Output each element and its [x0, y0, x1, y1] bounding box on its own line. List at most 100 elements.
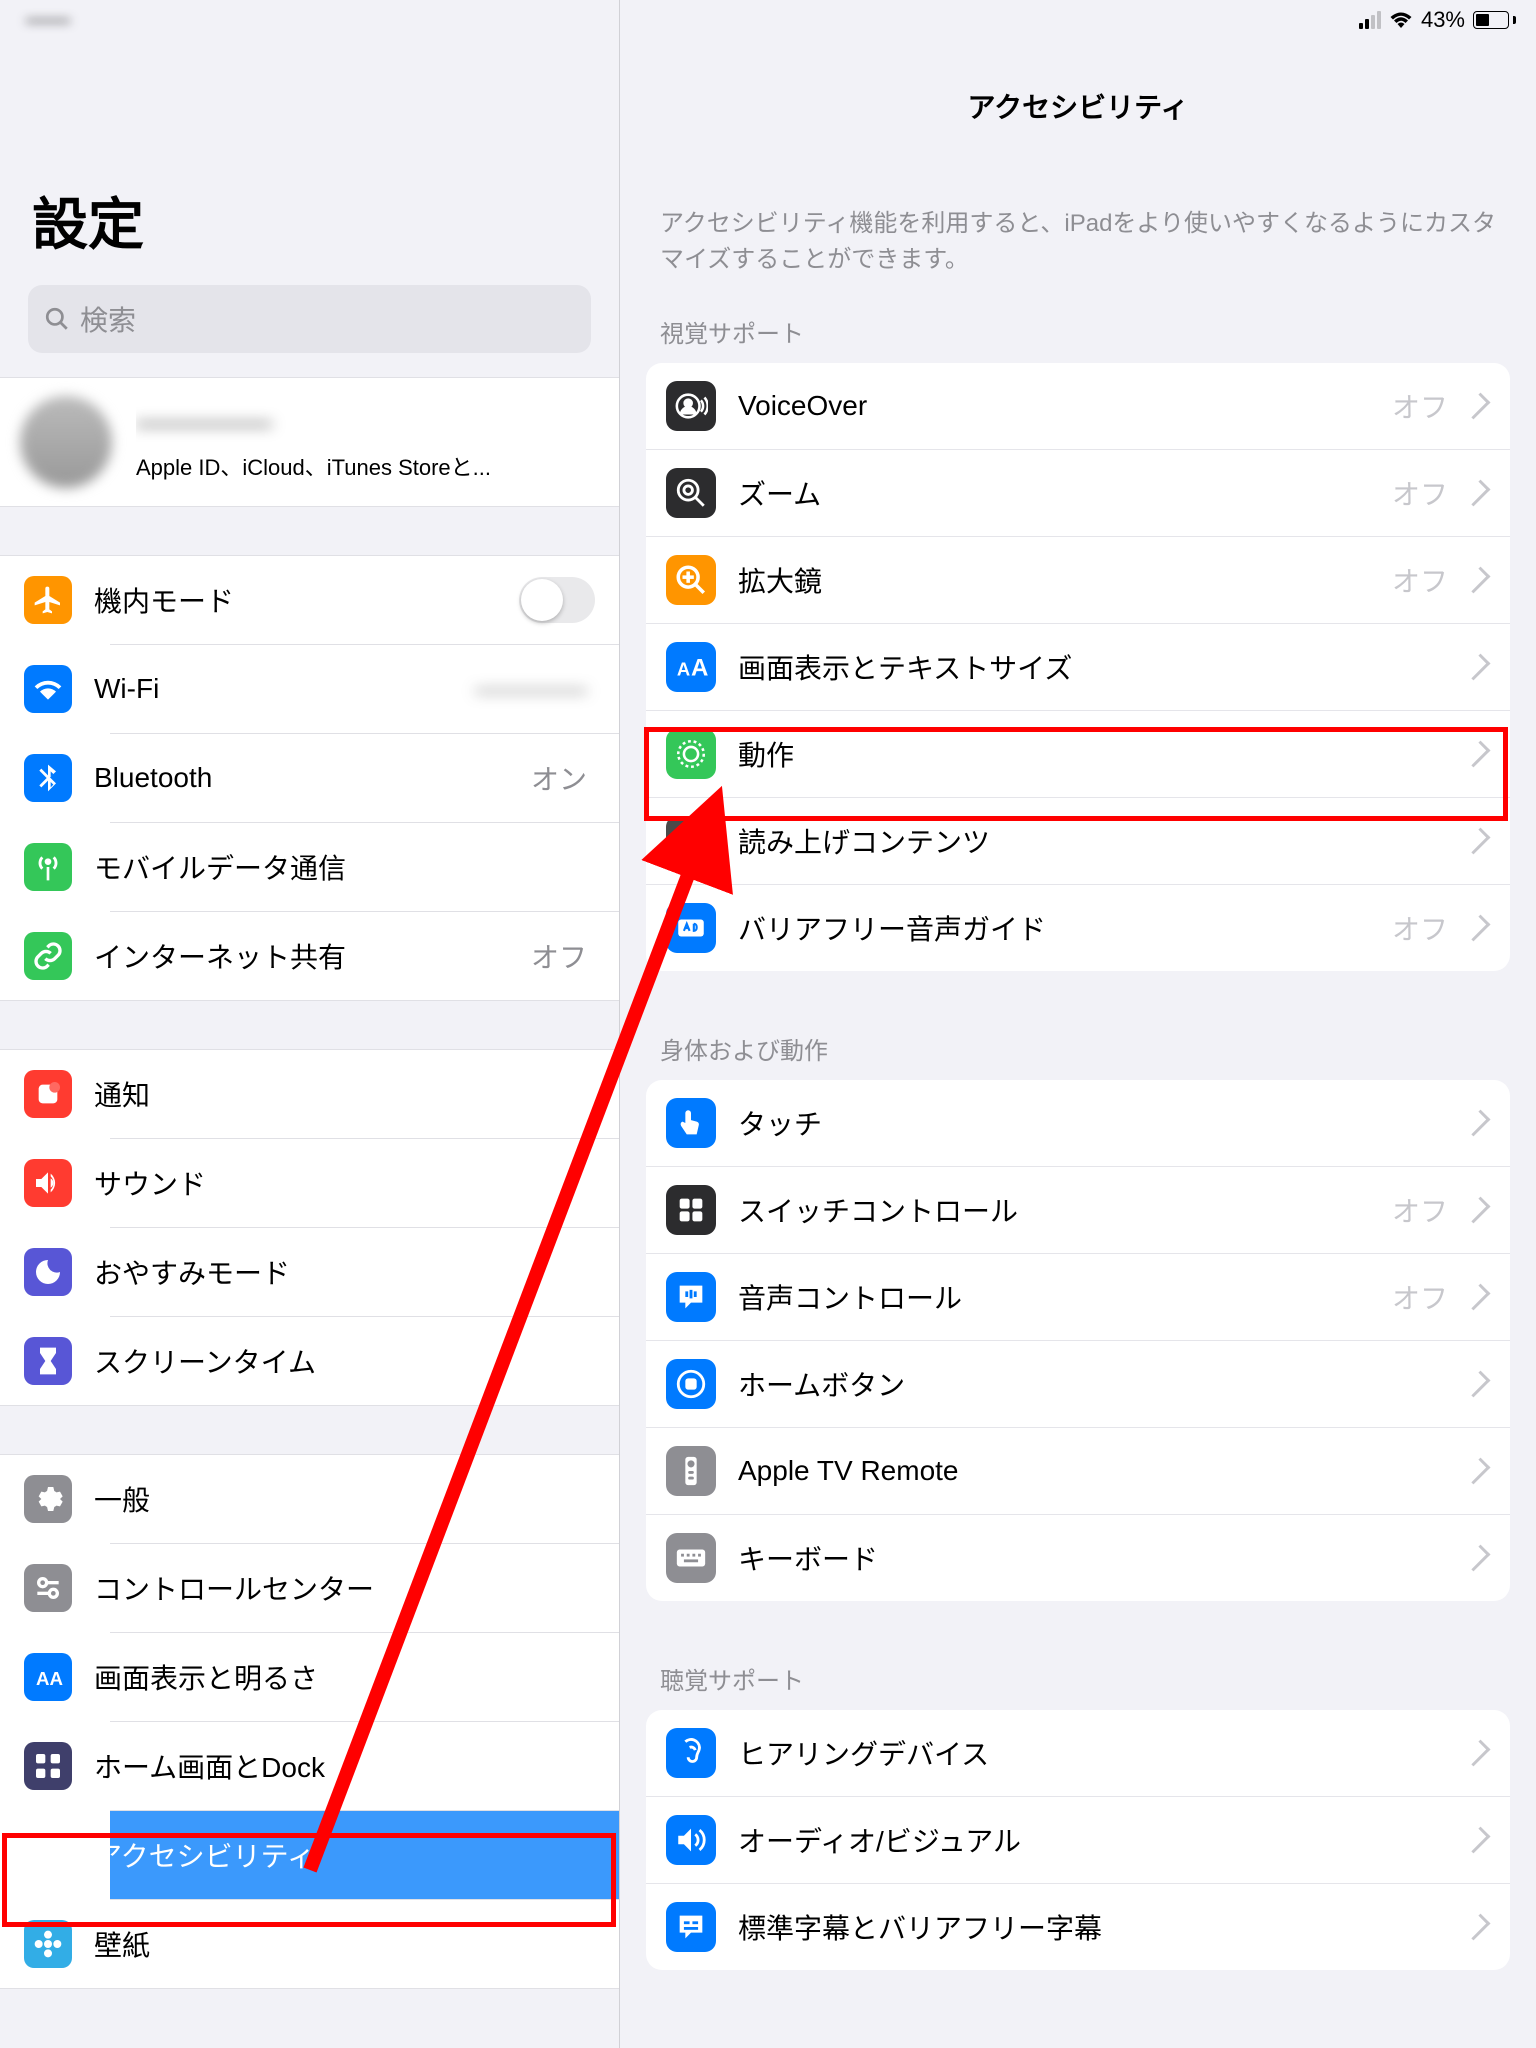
chevron-right-icon: [1464, 1914, 1491, 1941]
keyboard-icon: [666, 1533, 716, 1583]
sidebar-item-notifications[interactable]: 通知: [0, 1050, 619, 1138]
sidebar-item-hotspot[interactable]: インターネット共有オフ: [110, 911, 619, 1000]
sidebar-item-wifi[interactable]: Wi-Fi————: [110, 644, 619, 733]
setting-label: ヒアリングデバイス: [738, 1733, 1448, 1773]
chevron-right-icon: [1464, 480, 1491, 507]
antenna-icon: [24, 843, 72, 891]
setting-row-voice[interactable]: 音声コントロールオフ: [646, 1253, 1510, 1340]
setting-label: Apple TV Remote: [738, 1455, 1448, 1487]
sidebar-item-controlcenter[interactable]: コントロールセンター: [110, 1543, 619, 1632]
chevron-right-icon: [1464, 741, 1491, 768]
sidebar-section: 機内モードWi-Fi————Bluetoothオンモバイルデータ通信インターネッ…: [0, 555, 619, 1001]
setting-value: オフ: [1392, 560, 1448, 600]
setting-row-magnifier[interactable]: 拡大鏡オフ: [646, 536, 1510, 623]
sidebar-item-label: Bluetooth: [94, 762, 509, 794]
search-input[interactable]: 検索: [28, 285, 591, 353]
setting-value: オフ: [1392, 1190, 1448, 1230]
sidebar-item-label: インターネット共有: [94, 936, 509, 976]
account-row[interactable]: ———— Apple ID、iCloud、iTunes Storeと...: [0, 378, 619, 506]
chevron-right-icon: [1464, 1197, 1491, 1224]
setting-value: オフ: [1392, 908, 1448, 948]
setting-label: バリアフリー音声ガイド: [738, 908, 1370, 948]
setting-value: オフ: [1392, 473, 1448, 513]
setting-row-spoken[interactable]: 読み上げコンテンツ: [646, 797, 1510, 884]
sidebar-item-label: 通知: [94, 1074, 595, 1114]
setting-row-voiceover[interactable]: VoiceOverオフ: [646, 363, 1510, 449]
battery-icon: [1473, 11, 1516, 29]
sidebar-item-wallpaper[interactable]: 壁紙: [110, 1899, 619, 1988]
setting-row-textsize[interactable]: AA画面表示とテキストサイズ: [646, 623, 1510, 710]
setting-row-switch[interactable]: スイッチコントロールオフ: [646, 1166, 1510, 1253]
setting-row-appletv[interactable]: Apple TV Remote: [646, 1427, 1510, 1514]
setting-row-touch[interactable]: タッチ: [646, 1080, 1510, 1166]
setting-row-keyboard[interactable]: キーボード: [646, 1514, 1510, 1601]
setting-row-zoom[interactable]: ズームオフ: [646, 449, 1510, 536]
motion-icon: [666, 729, 716, 779]
sidebar-item-label: Wi-Fi: [94, 673, 453, 705]
zoom-icon: [666, 468, 716, 518]
moon-icon: [24, 1248, 72, 1296]
setting-label: 読み上げコンテンツ: [738, 821, 1448, 861]
chevron-right-icon: [1464, 1458, 1491, 1485]
setting-row-captions[interactable]: 標準字幕とバリアフリー字幕: [646, 1883, 1510, 1970]
setting-label: ホームボタン: [738, 1364, 1448, 1404]
row-value: オフ: [531, 936, 587, 976]
svg-text:A: A: [677, 659, 690, 680]
sidebar-item-airplane[interactable]: 機内モード: [0, 556, 619, 644]
home-btn-icon: [666, 1359, 716, 1409]
sidebar-item-dnd[interactable]: おやすみモード: [110, 1227, 619, 1316]
battery-percentage: 43%: [1421, 7, 1465, 33]
account-name: ————: [136, 403, 595, 442]
bluetooth-icon: [24, 754, 72, 802]
setting-row-audiodesc[interactable]: バリアフリー音声ガイドオフ: [646, 884, 1510, 971]
sidebar-item-accessibility[interactable]: アクセシビリティ: [110, 1810, 619, 1899]
chevron-right-icon: [1464, 1827, 1491, 1854]
caption-icon: [666, 1902, 716, 1952]
settings-group: タッチスイッチコントロールオフ音声コントロールオフホームボタンApple TV …: [646, 1080, 1510, 1601]
account-section: ———— Apple ID、iCloud、iTunes Storeと...: [0, 377, 619, 507]
sidebar-item-general[interactable]: 一般: [0, 1455, 619, 1543]
sidebar-item-label: 一般: [94, 1479, 595, 1519]
status-bar-right: 43%: [620, 0, 1536, 40]
account-subtitle: Apple ID、iCloud、iTunes Storeと...: [136, 450, 595, 482]
remote-icon: [666, 1446, 716, 1496]
voiceover-icon: [666, 381, 716, 431]
toggle-switch[interactable]: [519, 577, 595, 623]
setting-row-audioviz[interactable]: オーディオ/ビジュアル: [646, 1796, 1510, 1883]
group-header: 身体および動作: [620, 1019, 1536, 1080]
speaker-icon: [24, 1159, 72, 1207]
sidebar-item-label: 壁紙: [94, 1924, 595, 1964]
setting-label: 標準字幕とバリアフリー字幕: [738, 1907, 1448, 1947]
sidebar-item-sound[interactable]: サウンド: [110, 1138, 619, 1227]
setting-label: ズーム: [738, 473, 1370, 513]
sidebar-item-label: 画面表示と明るさ: [94, 1657, 595, 1697]
setting-row-motion[interactable]: 動作: [646, 710, 1510, 797]
sidebar-section: 通知サウンドおやすみモードスクリーンタイム: [0, 1049, 619, 1406]
setting-row-homebtn[interactable]: ホームボタン: [646, 1340, 1510, 1427]
sidebar-item-cellular[interactable]: モバイルデータ通信: [110, 822, 619, 911]
status-bar-left: ——: [0, 0, 619, 40]
chevron-right-icon: [1464, 1371, 1491, 1398]
flower-icon: [24, 1920, 72, 1968]
sidebar-item-home[interactable]: ホーム画面とDock: [110, 1721, 619, 1810]
sidebar-item-display[interactable]: AA画面表示と明るさ: [110, 1632, 619, 1721]
settings-group: VoiceOverオフズームオフ拡大鏡オフAA画面表示とテキストサイズ動作読み上…: [646, 363, 1510, 971]
hourglass-icon: [24, 1337, 72, 1385]
chevron-right-icon: [1464, 393, 1491, 420]
sidebar-item-label: サウンド: [94, 1163, 595, 1203]
chevron-right-icon: [1464, 1545, 1491, 1572]
sidebar-item-screentime[interactable]: スクリーンタイム: [110, 1316, 619, 1405]
settings-title: 設定: [0, 40, 619, 285]
row-value: オン: [531, 758, 587, 798]
status-time: ——: [26, 7, 70, 33]
sidebar-item-bluetooth[interactable]: Bluetoothオン: [110, 733, 619, 822]
setting-row-hearing[interactable]: ヒアリングデバイス: [646, 1710, 1510, 1796]
setting-label: 動作: [738, 734, 1448, 774]
page-description: アクセシビリティ機能を利用すると、iPadをより使いやすくなるようにカスタマイズ…: [620, 206, 1536, 302]
chevron-right-icon: [1464, 1740, 1491, 1767]
person-icon: [24, 1831, 72, 1879]
touch-icon: [666, 1098, 716, 1148]
setting-label: スイッチコントロール: [738, 1190, 1370, 1230]
search-placeholder: 検索: [80, 299, 136, 339]
sidebar-section: 一般コントロールセンターAA画面表示と明るさホーム画面とDockアクセシビリティ…: [0, 1454, 619, 1989]
